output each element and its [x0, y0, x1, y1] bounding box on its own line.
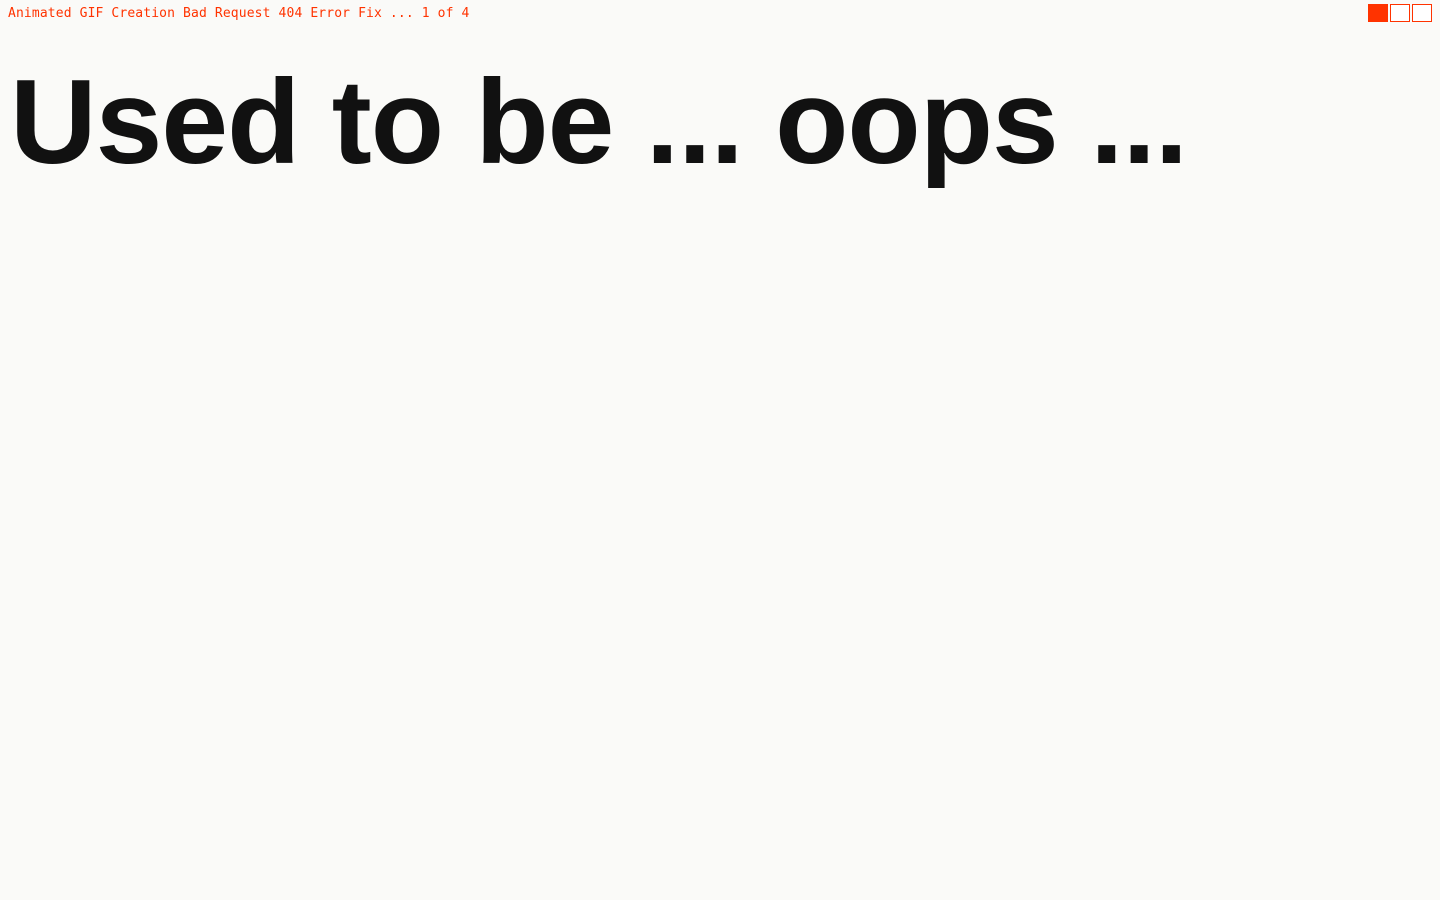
progress-block-2 [1390, 4, 1410, 22]
page-title: Animated GIF Creation Bad Request 404 Er… [8, 6, 470, 21]
top-bar: Animated GIF Creation Bad Request 404 Er… [0, 0, 1440, 26]
progress-block-3 [1412, 4, 1432, 22]
main-heading: Used to be ... oops ... [10, 56, 1430, 188]
progress-block-1 [1368, 4, 1388, 22]
progress-indicator [1368, 4, 1432, 22]
main-content: Used to be ... oops ... [0, 26, 1440, 198]
